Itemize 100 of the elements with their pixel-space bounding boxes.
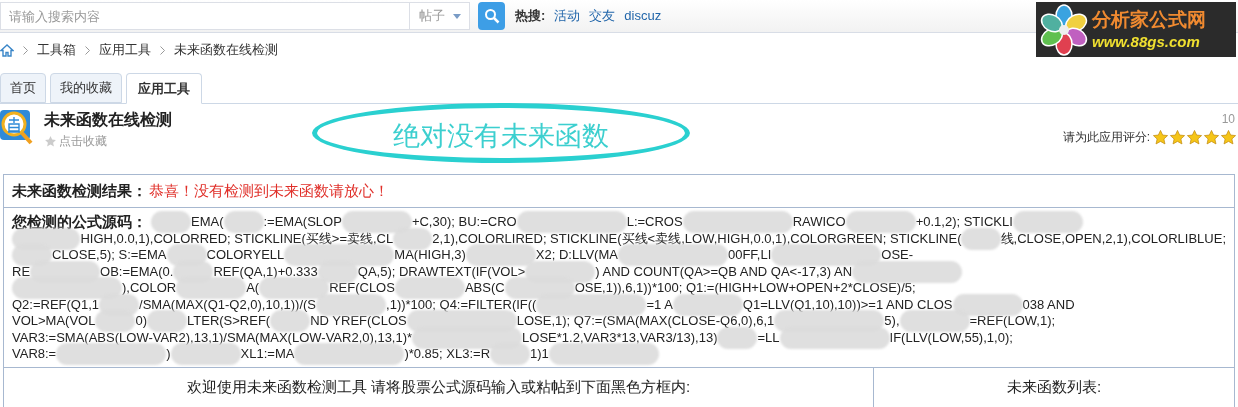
chevron-icon xyxy=(23,45,28,55)
code-fragment: ABS(C xyxy=(464,280,505,297)
code-fragment: ) AND COUNT(QA>=QB AND QA<-17,3) AN xyxy=(595,263,853,280)
code-fragment: A( xyxy=(246,280,260,297)
annotation-text: 绝对没有未来函数 xyxy=(393,118,609,153)
tab[interactable]: 应用工具 xyxy=(126,73,202,104)
code-fragment: RE xyxy=(12,263,31,280)
code-fragment: +C,30); BU:=CRO xyxy=(411,214,517,231)
breadcrumb-link[interactable]: 工具箱 xyxy=(37,40,76,60)
table-header-cell: 欢迎使用未来函数检测工具 请将股票公式源码输入或粘帖到下面黑色方框内: xyxy=(4,367,874,407)
code-fragment: ),COLOR xyxy=(122,280,177,297)
blur-patch xyxy=(147,310,187,333)
code-fragment: =REF(LOW,1); xyxy=(969,313,1056,330)
logo-title: 分析家公式网 xyxy=(1092,7,1206,32)
code-fragment: 038 AND xyxy=(1022,296,1075,313)
star-icon xyxy=(44,134,57,148)
code-fragment: VAR3:=SMA(ABS(LOW-VAR2),13,1)/SMA(MAX(LOW-VAR2,0),13,1)* xyxy=(12,329,413,346)
blur-patch xyxy=(952,293,1023,316)
code-fragment: ) xyxy=(166,346,171,363)
tab[interactable]: 我的收藏 xyxy=(50,73,122,103)
rating-label: 请为此应用评分: xyxy=(1062,129,1150,146)
code-fragment: 2,1),COLORLIRED; STICKLINE(买线<卖线,LOW,HIGH,0.0,1),COLORGREEN; STICKLINE( xyxy=(432,230,962,247)
code-fragment: RAWICO xyxy=(792,214,846,231)
blur-patch xyxy=(223,211,264,234)
code-fragment: LOSE,1); Q7:=(SMA(MAX(CLOSE-Q6,0),6,1 xyxy=(516,313,775,330)
code-fragment: +0.1,2); STICKLI xyxy=(915,214,1013,231)
code-fragment: VAR8:= xyxy=(12,346,57,363)
chevron-icon xyxy=(85,45,90,55)
code-fragment: L:=CROS xyxy=(626,214,683,231)
breadcrumb-link[interactable]: 未来函数在线检测 xyxy=(174,40,278,60)
code-fragment: /SMA(MAX(Q1-Q2,0),10,1))/(S xyxy=(139,296,317,313)
blur-patch xyxy=(1012,211,1083,234)
blur-patch xyxy=(95,310,136,333)
rating-star[interactable] xyxy=(1203,128,1220,146)
code-fragment: REF(QA,1)+0.333 xyxy=(213,263,318,280)
blur-patch xyxy=(672,293,743,316)
code-fragment: IF(LLV(LOW,55),1,0); xyxy=(889,329,1013,346)
code-fragment: X2; D:LLV(MA xyxy=(535,247,618,264)
blur-patch xyxy=(845,211,916,234)
app-count: 10 xyxy=(1221,111,1235,128)
code-fragment: XL1:=MA xyxy=(240,346,295,363)
code-fragment: COLORYELL xyxy=(206,247,285,264)
code-fragment: 0) xyxy=(135,313,147,330)
logo-url: www.88gs.com xyxy=(1092,31,1201,52)
code-fragment: REF(CLOS xyxy=(329,280,395,297)
rating-star[interactable] xyxy=(1220,128,1237,146)
blur-patch xyxy=(394,277,465,300)
blur-patch xyxy=(465,244,536,267)
code-fragment: OSE,1)),6,1))*100; Q1:=(HIGH+LOW+OPEN+2*CLOSE)/5; xyxy=(574,280,916,297)
blur-patch xyxy=(961,227,1001,250)
code-fragment: OSE- xyxy=(881,247,914,264)
code-fragment: 5), xyxy=(884,313,900,330)
result-label: 未来函数检测结果： xyxy=(12,180,147,201)
hot-search-link[interactable]: 交友 xyxy=(589,6,616,26)
home-icon[interactable] xyxy=(0,43,14,57)
blur-patch xyxy=(899,310,970,333)
blur-patch xyxy=(170,343,241,366)
blur-patch xyxy=(717,326,758,349)
result-message: 恭喜！没有检测到未来函数请放心！ xyxy=(149,180,389,201)
code-fragment: =LL xyxy=(757,329,780,346)
code-fragment: MA(HIGH,3) xyxy=(394,247,466,264)
code-fragment: 1)1 xyxy=(530,346,549,363)
code-fragment: VOL>MA(VOL xyxy=(12,313,96,330)
search-button[interactable] xyxy=(478,2,505,30)
source-label: 您检测的公式源码： xyxy=(12,214,147,231)
search-field[interactable]: 请输入搜索内容 xyxy=(0,2,410,30)
code-fragment: =1 A xyxy=(646,296,673,313)
code-fragment: LTER(S>REF( xyxy=(187,313,271,330)
code-fragment: HIGH,0.0,1),COLORRED; STICKLINE(买线>=卖线,CL xyxy=(80,230,394,247)
tab[interactable]: 首页 xyxy=(0,73,46,103)
breadcrumb-link[interactable]: 应用工具 xyxy=(99,40,151,60)
caret-icon[interactable] xyxy=(452,13,461,19)
site-logo[interactable]: 分析家公式网 www.88gs.com xyxy=(1036,2,1236,57)
code-fragment: ,1))*100; Q4:=FILTER(IF(( xyxy=(386,296,537,313)
hot-search-link[interactable]: discuz xyxy=(624,6,662,26)
code-fragment: :=EMA(SLOP xyxy=(263,214,342,231)
table-header-cell-text: 未来函数列表: xyxy=(1005,376,1103,397)
code-fragment: 00FF,LI xyxy=(727,247,772,264)
code-fragment: ND YREF(CLOS xyxy=(310,313,407,330)
code-fragment: EMA( xyxy=(191,214,224,231)
code-fragment: )*0.85; XL3:=R xyxy=(404,346,491,363)
code-fragment: QA,5); DRAWTEXT(IF(VOL> xyxy=(357,263,526,280)
flower-icon xyxy=(1038,3,1090,56)
blur-patch xyxy=(151,211,191,234)
rating-star[interactable] xyxy=(1169,128,1186,146)
code-fragment: OB:=EMA(0. xyxy=(100,263,174,280)
search-icon xyxy=(483,8,500,24)
hot-search-link[interactable]: 活动 xyxy=(554,6,581,26)
code-fragment: CLOSE,5); S:=EMA xyxy=(52,247,167,264)
blur-patch xyxy=(270,310,311,333)
app-title: 未来函数在线检测 xyxy=(44,110,172,130)
code-fragment: Q2:=REF(Q1,1 xyxy=(12,296,100,313)
code-fragment: 线,CLOSE,OPEN,2,1),COLORLIBLUE; xyxy=(1000,230,1226,247)
rating-star[interactable] xyxy=(1152,128,1169,146)
rating-star[interactable] xyxy=(1186,128,1203,146)
blur-patch xyxy=(316,293,387,316)
chevron-icon xyxy=(160,45,165,55)
magnifier-icon xyxy=(0,110,34,146)
hot-search-label: 热搜: xyxy=(515,7,546,26)
code-fragment: Q1=LLV(Q1,10),10))>=1 AND CLOS xyxy=(742,296,953,313)
